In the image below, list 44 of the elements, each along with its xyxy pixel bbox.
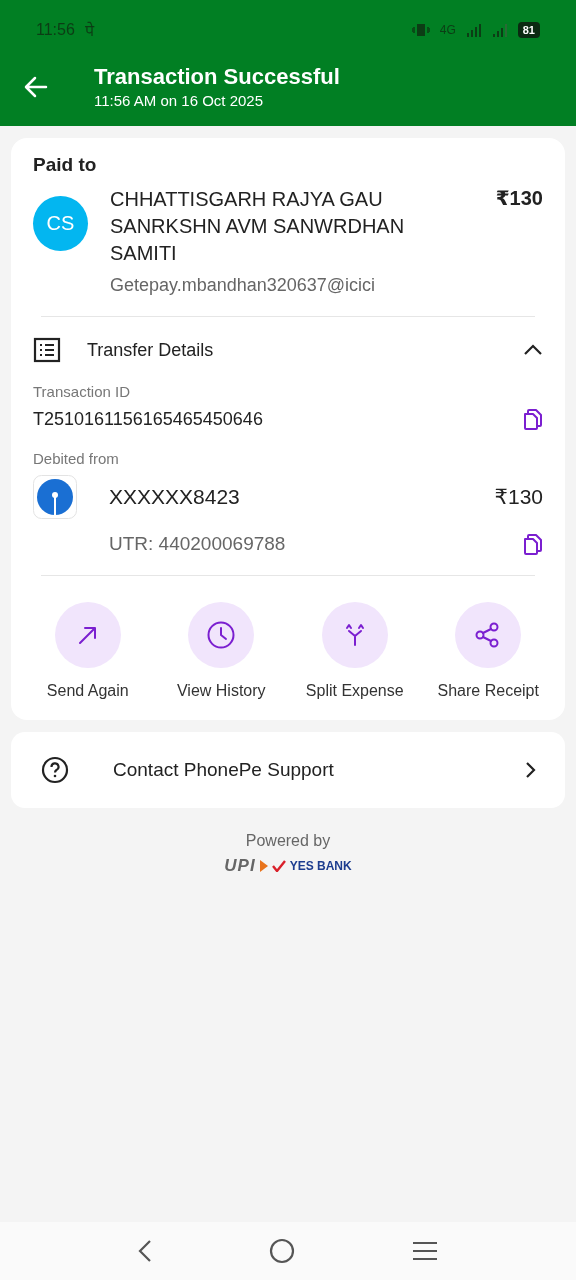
- list-icon: [33, 337, 61, 363]
- upi-logo: UPI: [224, 856, 256, 876]
- chevron-right-icon: [525, 761, 537, 779]
- bank-logo: YES BANK: [289, 859, 352, 873]
- action-button[interactable]: Send Again: [21, 602, 155, 700]
- battery-indicator: 81: [517, 22, 540, 38]
- arrow-logo-icon: [259, 860, 268, 872]
- action-button[interactable]: View History: [154, 602, 288, 700]
- paid-amount: ₹130: [495, 186, 543, 210]
- signal-icon: [491, 23, 508, 37]
- page-title: Transaction Successful: [94, 64, 340, 90]
- payee-avatar: CS: [33, 196, 88, 251]
- field-label: Debited from: [33, 450, 120, 467]
- powered-by-text: Powered by: [245, 832, 331, 850]
- split-icon: [343, 623, 366, 647]
- section-title: Transfer Details: [87, 339, 214, 361]
- back-nav-icon[interactable]: [138, 1239, 153, 1263]
- field-label: Transaction ID: [33, 383, 131, 400]
- action-button[interactable]: Share Receipt: [421, 602, 555, 700]
- clock-icon: [206, 620, 237, 650]
- action-button[interactable]: Split Expense: [288, 602, 422, 700]
- utr-number: UTR: 440200069788: [109, 533, 286, 555]
- home-nav-icon[interactable]: [269, 1238, 295, 1264]
- menu-nav-icon[interactable]: [411, 1241, 438, 1261]
- account-number: XXXXXX8423: [109, 485, 240, 509]
- tick-icon: [271, 860, 286, 872]
- signal-icon: [465, 23, 482, 37]
- collapse-button[interactable]: [523, 344, 543, 356]
- network-type: 4G: [439, 23, 456, 37]
- vibrate-icon: [411, 23, 430, 37]
- debited-amount: ₹130: [494, 485, 543, 509]
- copy-button[interactable]: [523, 408, 543, 430]
- transaction-time: 11:56 AM on 16 Oct 2025: [94, 92, 264, 109]
- copy-button[interactable]: [523, 533, 543, 555]
- back-arrow-icon[interactable]: [24, 75, 48, 98]
- support-button[interactable]: Contact PhonePe Support: [11, 732, 565, 808]
- payee-upi-id: Getepay.mbandhan320637@icici: [110, 275, 377, 296]
- payee-name: CHHATTISGARH RAJYA GAU SANRKSHN AVM SANWRDHAN SAMITI: [110, 187, 406, 266]
- bank-logo-icon: [33, 475, 77, 519]
- notification-icon: पे: [84, 19, 94, 41]
- help-icon: [41, 756, 69, 784]
- status-time: 11:56: [36, 21, 75, 39]
- paid-to-heading: Paid to: [33, 154, 98, 176]
- transaction-id: T2510161156165465450646: [33, 408, 263, 430]
